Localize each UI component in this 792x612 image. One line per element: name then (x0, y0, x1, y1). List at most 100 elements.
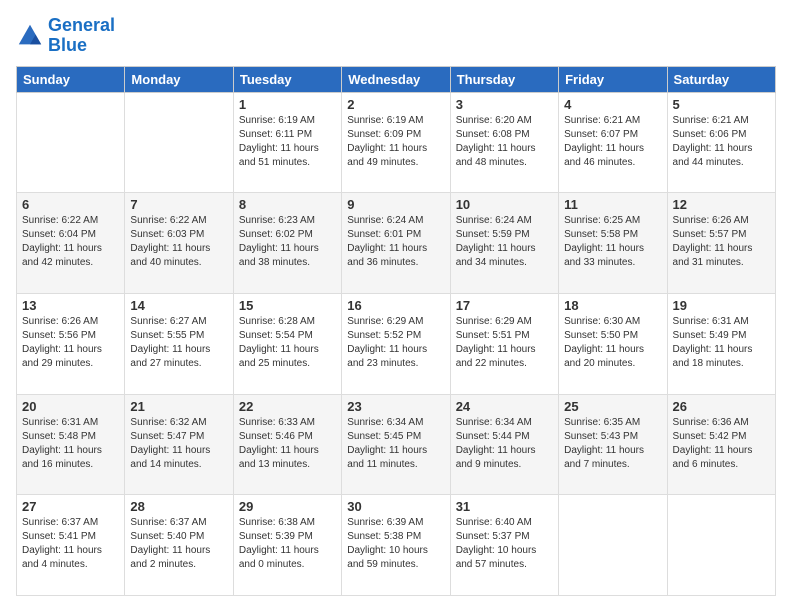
day-info: Sunrise: 6:20 AM Sunset: 6:08 PM Dayligh… (456, 114, 553, 170)
calendar-cell: 13 Sunrise: 6:26 AM Sunset: 5:56 PM Dayli… (17, 293, 125, 394)
day-info: Sunrise: 6:29 AM Sunset: 5:52 PM Dayligh… (347, 315, 444, 371)
day-info: Sunrise: 6:22 AM Sunset: 6:03 PM Dayligh… (130, 214, 227, 270)
calendar-cell: 1 Sunrise: 6:19 AM Sunset: 6:11 PM Daylig… (233, 92, 341, 193)
calendar-cell: 22 Sunrise: 6:33 AM Sunset: 5:46 PM Dayli… (233, 394, 341, 495)
logo-icon (16, 22, 44, 50)
calendar-week-row: 1 Sunrise: 6:19 AM Sunset: 6:11 PM Daylig… (17, 92, 776, 193)
day-number: 2 (347, 97, 444, 112)
weekday-header: Friday (559, 66, 667, 92)
day-info: Sunrise: 6:26 AM Sunset: 5:57 PM Dayligh… (673, 214, 770, 270)
day-info: Sunrise: 6:19 AM Sunset: 6:11 PM Dayligh… (239, 114, 336, 170)
day-number: 6 (22, 197, 119, 212)
calendar-cell: 17Sunrise: 6:29 AM Sunset: 5:51 PM Dayli… (450, 293, 558, 394)
calendar-cell (125, 92, 233, 193)
calendar-cell: 26 Sunrise: 6:36 AM Sunset: 5:42 PM Dayli… (667, 394, 775, 495)
calendar-week-row: 6 Sunrise: 6:22 AM Sunset: 6:04 PM Daylig… (17, 193, 776, 294)
calendar-cell (17, 92, 125, 193)
day-info: Sunrise: 6:40 AM Sunset: 5:37 PM Dayligh… (456, 516, 553, 572)
day-info: Sunrise: 6:24 AM Sunset: 5:59 PM Dayligh… (456, 214, 553, 270)
calendar-cell: 3 Sunrise: 6:20 AM Sunset: 6:08 PM Daylig… (450, 92, 558, 193)
day-number: 23 (347, 399, 444, 414)
calendar-cell: 8Sunrise: 6:23 AM Sunset: 6:02 PM Daylig… (233, 193, 341, 294)
calendar-cell: 10Sunrise: 6:24 AM Sunset: 5:59 PM Dayli… (450, 193, 558, 294)
weekday-header: Monday (125, 66, 233, 92)
day-number: 8 (239, 197, 336, 212)
day-number: 14 (130, 298, 227, 313)
header: General Blue (16, 16, 776, 56)
day-info: Sunrise: 6:28 AM Sunset: 5:54 PM Dayligh… (239, 315, 336, 371)
day-info: Sunrise: 6:27 AM Sunset: 5:55 PM Dayligh… (130, 315, 227, 371)
day-number: 1 (239, 97, 336, 112)
calendar-cell: 4 Sunrise: 6:21 AM Sunset: 6:07 PM Daylig… (559, 92, 667, 193)
weekday-header: Tuesday (233, 66, 341, 92)
calendar-cell: 31 Sunrise: 6:40 AM Sunset: 5:37 PM Dayli… (450, 495, 558, 596)
weekday-header: Sunday (17, 66, 125, 92)
day-number: 21 (130, 399, 227, 414)
day-info: Sunrise: 6:30 AM Sunset: 5:50 PM Dayligh… (564, 315, 661, 371)
logo-text: General Blue (48, 16, 115, 56)
calendar-cell: 27 Sunrise: 6:37 AM Sunset: 5:41 PM Dayli… (17, 495, 125, 596)
day-number: 25 (564, 399, 661, 414)
calendar-cell: 15 Sunrise: 6:28 AM Sunset: 5:54 PM Dayli… (233, 293, 341, 394)
calendar-cell: 2 Sunrise: 6:19 AM Sunset: 6:09 PM Daylig… (342, 92, 450, 193)
calendar-cell: 6 Sunrise: 6:22 AM Sunset: 6:04 PM Daylig… (17, 193, 125, 294)
day-info: Sunrise: 6:35 AM Sunset: 5:43 PM Dayligh… (564, 416, 661, 472)
day-info: Sunrise: 6:24 AM Sunset: 6:01 PM Dayligh… (347, 214, 444, 270)
calendar-cell: 23Sunrise: 6:34 AM Sunset: 5:45 PM Dayli… (342, 394, 450, 495)
day-info: Sunrise: 6:26 AM Sunset: 5:56 PM Dayligh… (22, 315, 119, 371)
day-info: Sunrise: 6:33 AM Sunset: 5:46 PM Dayligh… (239, 416, 336, 472)
weekday-header-row: SundayMondayTuesdayWednesdayThursdayFrid… (17, 66, 776, 92)
weekday-header: Thursday (450, 66, 558, 92)
calendar-cell (667, 495, 775, 596)
day-number: 29 (239, 499, 336, 514)
day-number: 30 (347, 499, 444, 514)
day-info: Sunrise: 6:21 AM Sunset: 6:07 PM Dayligh… (564, 114, 661, 170)
day-info: Sunrise: 6:34 AM Sunset: 5:44 PM Dayligh… (456, 416, 553, 472)
day-number: 19 (673, 298, 770, 313)
day-number: 31 (456, 499, 553, 514)
calendar-cell: 14 Sunrise: 6:27 AM Sunset: 5:55 PM Dayli… (125, 293, 233, 394)
day-number: 27 (22, 499, 119, 514)
page: General Blue SundayMondayTuesdayWednesda… (0, 0, 792, 612)
day-number: 28 (130, 499, 227, 514)
day-number: 22 (239, 399, 336, 414)
day-number: 24 (456, 399, 553, 414)
day-number: 7 (130, 197, 227, 212)
day-info: Sunrise: 6:25 AM Sunset: 5:58 PM Dayligh… (564, 214, 661, 270)
day-info: Sunrise: 6:39 AM Sunset: 5:38 PM Dayligh… (347, 516, 444, 572)
calendar-cell: 12 Sunrise: 6:26 AM Sunset: 5:57 PM Dayli… (667, 193, 775, 294)
day-number: 18 (564, 298, 661, 313)
day-info: Sunrise: 6:37 AM Sunset: 5:41 PM Dayligh… (22, 516, 119, 572)
calendar-week-row: 20Sunrise: 6:31 AM Sunset: 5:48 PM Dayli… (17, 394, 776, 495)
day-info: Sunrise: 6:22 AM Sunset: 6:04 PM Dayligh… (22, 214, 119, 270)
day-info: Sunrise: 6:21 AM Sunset: 6:06 PM Dayligh… (673, 114, 770, 170)
calendar-week-row: 27 Sunrise: 6:37 AM Sunset: 5:41 PM Dayli… (17, 495, 776, 596)
day-number: 17 (456, 298, 553, 313)
day-number: 11 (564, 197, 661, 212)
calendar-cell: 28 Sunrise: 6:37 AM Sunset: 5:40 PM Dayli… (125, 495, 233, 596)
day-number: 3 (456, 97, 553, 112)
day-info: Sunrise: 6:19 AM Sunset: 6:09 PM Dayligh… (347, 114, 444, 170)
day-number: 13 (22, 298, 119, 313)
day-number: 4 (564, 97, 661, 112)
day-info: Sunrise: 6:37 AM Sunset: 5:40 PM Dayligh… (130, 516, 227, 572)
day-info: Sunrise: 6:31 AM Sunset: 5:49 PM Dayligh… (673, 315, 770, 371)
calendar-cell: 20Sunrise: 6:31 AM Sunset: 5:48 PM Dayli… (17, 394, 125, 495)
day-number: 9 (347, 197, 444, 212)
day-number: 26 (673, 399, 770, 414)
weekday-header: Saturday (667, 66, 775, 92)
day-number: 15 (239, 298, 336, 313)
calendar-cell: 29 Sunrise: 6:38 AM Sunset: 5:39 PM Dayli… (233, 495, 341, 596)
day-info: Sunrise: 6:38 AM Sunset: 5:39 PM Dayligh… (239, 516, 336, 572)
calendar-cell: 25 Sunrise: 6:35 AM Sunset: 5:43 PM Dayli… (559, 394, 667, 495)
day-number: 12 (673, 197, 770, 212)
weekday-header: Wednesday (342, 66, 450, 92)
calendar-cell: 30 Sunrise: 6:39 AM Sunset: 5:38 PM Dayli… (342, 495, 450, 596)
calendar-cell: 21Sunrise: 6:32 AM Sunset: 5:47 PM Dayli… (125, 394, 233, 495)
calendar-cell: 24 Sunrise: 6:34 AM Sunset: 5:44 PM Dayli… (450, 394, 558, 495)
calendar-week-row: 13 Sunrise: 6:26 AM Sunset: 5:56 PM Dayli… (17, 293, 776, 394)
calendar-cell: 16Sunrise: 6:29 AM Sunset: 5:52 PM Dayli… (342, 293, 450, 394)
day-info: Sunrise: 6:36 AM Sunset: 5:42 PM Dayligh… (673, 416, 770, 472)
calendar-cell: 9 Sunrise: 6:24 AM Sunset: 6:01 PM Daylig… (342, 193, 450, 294)
calendar-cell: 18 Sunrise: 6:30 AM Sunset: 5:50 PM Dayli… (559, 293, 667, 394)
